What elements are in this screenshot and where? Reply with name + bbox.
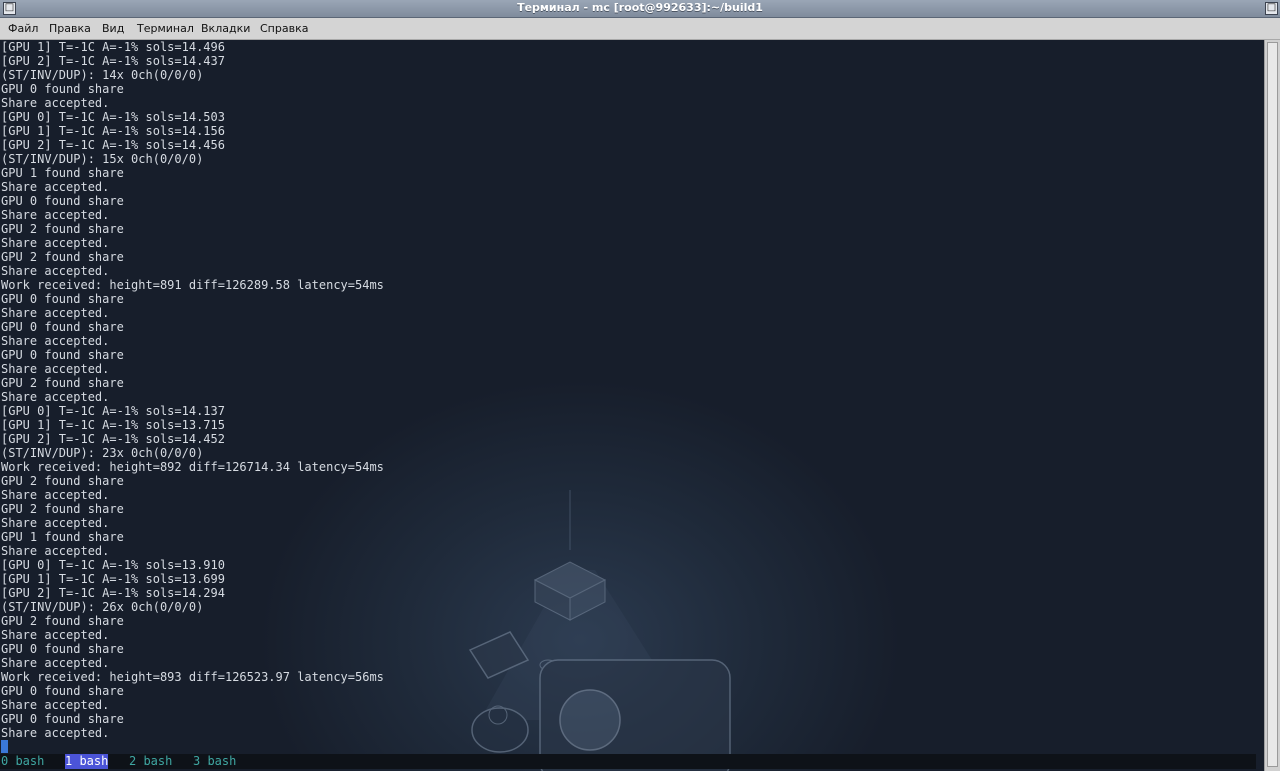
terminal-line: [GPU 2] T=-1C A=-1% sols=14.452 (1, 432, 225, 446)
screen-tab-2[interactable]: 2 bash (129, 754, 172, 769)
terminal-line: [GPU 1] T=-1C A=-1% sols=13.699 (1, 572, 225, 586)
menu-view[interactable]: Вид (102, 22, 124, 35)
terminal-line: GPU 2 found share (1, 376, 124, 390)
terminal-line: [GPU 1] T=-1C A=-1% sols=14.496 (1, 40, 225, 54)
terminal-line: GPU 0 found share (1, 348, 124, 362)
wallpaper-illustration (468, 490, 731, 771)
window-titlebar[interactable]: □ Терминал - mc [root@992633]:~/build1 □ (0, 0, 1280, 18)
terminal-line: GPU 0 found share (1, 292, 124, 306)
terminal-line: GPU 0 found share (1, 684, 124, 698)
terminal-line: [GPU 1] T=-1C A=-1% sols=13.715 (1, 418, 225, 432)
terminal-line: (ST/INV/DUP): 26x 0ch(0/0/0) (1, 600, 204, 614)
terminal-area[interactable]: [GPU 1] T=-1C A=-1% sols=14.496 [GPU 2] T… (0, 40, 1264, 771)
terminal-line: GPU 0 found share (1, 712, 124, 726)
menu-file[interactable]: Файл (8, 22, 38, 35)
window-title: Терминал - mc [root@992633]:~/build1 (517, 1, 763, 14)
terminal-line: GPU 2 found share (1, 222, 124, 236)
terminal-line: Share accepted. (1, 236, 110, 250)
terminal-line: (ST/INV/DUP): 14x 0ch(0/0/0) (1, 68, 204, 82)
menu-edit[interactable]: Правка (49, 22, 91, 35)
menu-help[interactable]: Справка (260, 22, 308, 35)
terminal-line: GPU 2 found share (1, 474, 124, 488)
terminal-line: [GPU 0] T=-1C A=-1% sols=14.503 (1, 110, 225, 124)
terminal-line: Share accepted. (1, 306, 110, 320)
terminal-line: Share accepted. (1, 334, 110, 348)
screen-tab-3[interactable]: 3 bash (193, 754, 236, 769)
terminal-line: GPU 1 found share (1, 166, 124, 180)
terminal-line: Work received: height=893 diff=126523.97… (1, 670, 384, 684)
terminal-line: Share accepted. (1, 544, 110, 558)
terminal-line: Share accepted. (1, 362, 110, 376)
terminal-line: GPU 2 found share (1, 502, 124, 516)
terminal-line: Work received: height=891 diff=126289.58… (1, 278, 384, 292)
terminal-line: GPU 0 found share (1, 642, 124, 656)
screen-tab-0[interactable]: 0 bash (1, 754, 44, 769)
terminal-output: [GPU 1] T=-1C A=-1% sols=14.496 [GPU 2] T… (1, 40, 384, 740)
terminal-line: Share accepted. (1, 180, 110, 194)
window-maximize-button[interactable]: □ (1265, 2, 1278, 15)
terminal-line: Share accepted. (1, 698, 110, 712)
terminal-line: Share accepted. (1, 208, 110, 222)
terminal-line: Share accepted. (1, 516, 110, 530)
menu-terminal[interactable]: Терминал (137, 22, 194, 35)
terminal-line: [GPU 0] T=-1C A=-1% sols=14.137 (1, 404, 225, 418)
terminal-line: GPU 2 found share (1, 250, 124, 264)
terminal-line: GPU 1 found share (1, 530, 124, 544)
terminal-line: Share accepted. (1, 488, 110, 502)
terminal-line: Share accepted. (1, 628, 110, 642)
terminal-line: [GPU 2] T=-1C A=-1% sols=14.437 (1, 54, 225, 68)
terminal-line: Share accepted. (1, 726, 110, 740)
terminal-line: GPU 0 found share (1, 320, 124, 334)
terminal-line: [GPU 1] T=-1C A=-1% sols=14.156 (1, 124, 225, 138)
terminal-line: Work received: height=892 diff=126714.34… (1, 460, 384, 474)
terminal-line: GPU 2 found share (1, 614, 124, 628)
scrollbar-thumb[interactable] (1267, 42, 1278, 767)
terminal-line: (ST/INV/DUP): 23x 0ch(0/0/0) (1, 446, 204, 460)
terminal-line: Share accepted. (1, 390, 110, 404)
terminal-line: [GPU 0] T=-1C A=-1% sols=13.910 (1, 558, 225, 572)
terminal-line: [GPU 2] T=-1C A=-1% sols=14.294 (1, 586, 225, 600)
menu-tabs[interactable]: Вкладки (201, 22, 250, 35)
menubar: Файл Правка Вид Терминал Вкладки Справка (0, 18, 1280, 40)
terminal-line: Share accepted. (1, 96, 110, 110)
terminal-line: GPU 0 found share (1, 82, 124, 96)
screen-tab-1[interactable]: 1 bash (65, 754, 109, 769)
vertical-scrollbar[interactable] (1264, 40, 1280, 771)
terminal-line: Share accepted. (1, 264, 110, 278)
terminal-line: GPU 0 found share (1, 194, 124, 208)
terminal-line: (ST/INV/DUP): 15x 0ch(0/0/0) (1, 152, 204, 166)
terminal-cursor (1, 740, 8, 753)
screen-tab-bar: 0 bash 1 bash 2 bash 3 bash (0, 754, 1256, 769)
terminal-line: [GPU 2] T=-1C A=-1% sols=14.456 (1, 138, 225, 152)
terminal-line: Share accepted. (1, 656, 110, 670)
